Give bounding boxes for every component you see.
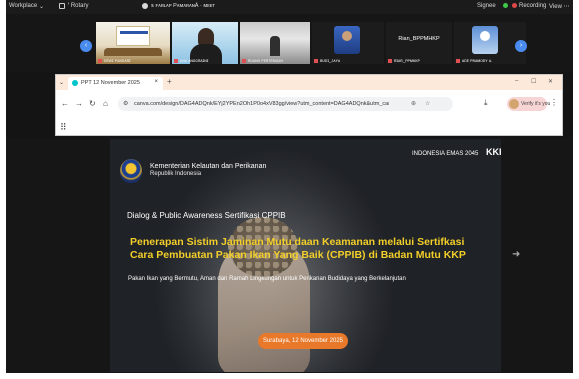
close-window-button[interactable]: ✕	[548, 78, 553, 85]
next-slide-icon[interactable]: ➜	[512, 249, 520, 260]
meeting-top-bar: Workplace ⌄ ꞌ Rotary ꜱ ꜰᴀʀʟᴀᴘ PᴀᴍᴀʀᴀɴĀ ·…	[6, 0, 573, 14]
chevron-down-icon[interactable]: ⌄	[39, 3, 44, 10]
download-icon[interactable]: ⤓	[484, 98, 488, 108]
home-icon[interactable]: ⌂	[103, 99, 108, 108]
participant-tile[interactable]: Rian_BPPMHKP ʀɪᴀʀ_ᴘᴘᴍᴋᴋᴘ	[386, 22, 452, 64]
meeting-window: Workplace ⌄ ꞌ Rotary ꜱ ꜰᴀʀʟᴀᴘ PᴀᴍᴀʀᴀɴĀ ·…	[6, 0, 573, 373]
participant-tile[interactable]: ʙᴜᴅɪ_ᴊᴀʏᴀ	[312, 22, 384, 64]
participant-name: ʀᴜᴀɴɢ ᴘᴇʀᴛᴇᴍᴜᴀɴ	[242, 58, 283, 63]
participant-name: ᴀɴᴀ ᴀɴɢɢʀᴀɪɴɪ	[174, 58, 208, 63]
meeting-title: ꜱ ꜰᴀʀʟᴀᴘ PᴀᴍᴀʀᴀɴĀ · ᴍᴇᴇᴛ	[151, 3, 216, 9]
verify-label: Verify it's you	[521, 101, 551, 107]
participant-strip: ‹ ᴅᴇᴡɪ ᴘᴀɴᴅᴀʀɪ ᴀɴᴀ ᴀɴɢɢʀᴀɪɴɪ ʀᴜᴀɴɢ ᴘᴇʀᴛᴇ…	[6, 14, 573, 72]
new-tab-button[interactable]: +	[167, 77, 172, 86]
profile-verify-button[interactable]: Verify it's you	[507, 97, 551, 111]
ministry-name: Kementerian Kelautan dan Perikanan Repub…	[150, 163, 266, 177]
team-icon	[59, 3, 65, 9]
avatar	[334, 26, 360, 54]
shared-browser-window: ⌄ PPT 12 November 2025 × + – ☐ ✕ ← → ↻ ⌂…	[55, 74, 563, 136]
prev-participants-button[interactable]: ‹	[80, 40, 92, 52]
avatar	[472, 26, 498, 54]
ministry-line-2: Republik Indonesia	[150, 171, 202, 177]
slide-subtitle: Pakan Ikan yang Bermutu, Aman dan Ramah …	[128, 276, 406, 282]
bookmarks-bar: ⠿	[56, 120, 562, 135]
zoom-icon[interactable]: ⊕	[411, 100, 416, 107]
recording-icon	[512, 3, 517, 8]
participant-name: ᴀᴅᴇ ᴘʀᴀᴍᴏᴅʏ ᴀ.	[456, 58, 492, 63]
user-name[interactable]: Signee	[477, 3, 496, 9]
back-icon[interactable]: ←	[61, 99, 69, 108]
minimize-button[interactable]: –	[515, 78, 518, 84]
slide-title: Penerapan Sistim Jaminan Mutu daan Keama…	[130, 236, 466, 261]
presentation-area: Kementerian Kelautan dan Perikanan Repub…	[6, 137, 573, 373]
url-text[interactable]: canva.com/design/DAG4ADQnk/EYj2YPEn2Oh1P…	[134, 101, 389, 107]
participant-tile[interactable]: ᴅᴇᴡɪ ᴘᴀɴᴅᴀʀɪ	[96, 22, 170, 64]
partner-logo-indonesia-emas: INDONESIA EMAS 2045	[412, 151, 479, 157]
tab-canva[interactable]: PPT 12 November 2025 ×	[68, 77, 163, 90]
address-bar[interactable]: ⚙ canva.com/design/DAG4ADQnk/EYj2YPEn2Oh…	[118, 97, 453, 111]
view-menu[interactable]: View ⋯	[549, 3, 570, 10]
tab-bar: ⌄ PPT 12 November 2025 × + – ☐ ✕	[56, 75, 562, 90]
participant-name: ʙᴜᴅɪ_ᴊᴀʏᴀ	[314, 58, 340, 63]
address-row: ← → ↻ ⌂ ⚙ canva.com/design/DAG4ADQnk/EYj…	[56, 90, 562, 120]
tab-title: PPT 12 November 2025	[81, 80, 140, 86]
apps-grid-icon[interactable]: ⠿	[60, 122, 67, 133]
participant-display-name: Rian_BPPMHKP	[398, 36, 440, 42]
team-name[interactable]: ꞌ Rotary	[68, 3, 88, 9]
participant-name: ᴅᴇᴡɪ ᴘᴀɴᴅᴀʀɪ	[98, 58, 131, 63]
ministry-line-1: Kementerian Kelautan dan Perikanan	[150, 163, 267, 170]
app-name[interactable]: Workplace	[9, 3, 37, 9]
bookmark-star-icon[interactable]: ☆	[425, 100, 430, 107]
slide-event-name: Dialog & Public Awareness Sertifikasi CP…	[127, 211, 286, 220]
canva-favicon-icon	[72, 80, 78, 86]
thumbnail-graphic	[104, 48, 162, 56]
slide-date-badge: Surabaya, 12 November 2025	[258, 333, 348, 349]
partner-logos: INDONESIA EMAS 2045 KKP 08	[406, 147, 501, 157]
close-tab-icon[interactable]: ×	[154, 79, 158, 85]
maximize-button[interactable]: ☐	[531, 78, 536, 85]
participant-tile[interactable]: ʀᴜᴀɴɢ ᴘᴇʀᴛᴇᴍᴜᴀɴ	[240, 22, 310, 64]
participant-tile[interactable]: ᴀɴᴀ ᴀɴɢɢʀᴀɪɴɪ	[172, 22, 238, 64]
shared-poster-thumbnail	[116, 26, 150, 46]
avatar	[509, 99, 519, 109]
online-status-icon	[503, 3, 508, 8]
more-menu-icon[interactable]: ⋮	[550, 98, 558, 107]
kkp-logo	[120, 159, 142, 183]
reload-icon[interactable]: ↻	[89, 99, 96, 108]
presentation-slide: Kementerian Kelautan dan Perikanan Repub…	[110, 139, 501, 372]
room-person	[270, 36, 280, 56]
next-participants-button[interactable]: ›	[515, 40, 527, 52]
tab-search-icon[interactable]: ⌄	[59, 79, 64, 86]
meeting-status-icon	[142, 3, 148, 9]
partner-logo-kkp: KKP	[486, 147, 501, 157]
recording-label[interactable]: Recording	[519, 3, 546, 9]
participant-name: ʀɪᴀʀ_ᴘᴘᴍᴋᴋᴘ	[388, 58, 420, 63]
forward-icon[interactable]: →	[75, 99, 83, 108]
site-info-icon[interactable]: ⚙	[123, 100, 128, 107]
